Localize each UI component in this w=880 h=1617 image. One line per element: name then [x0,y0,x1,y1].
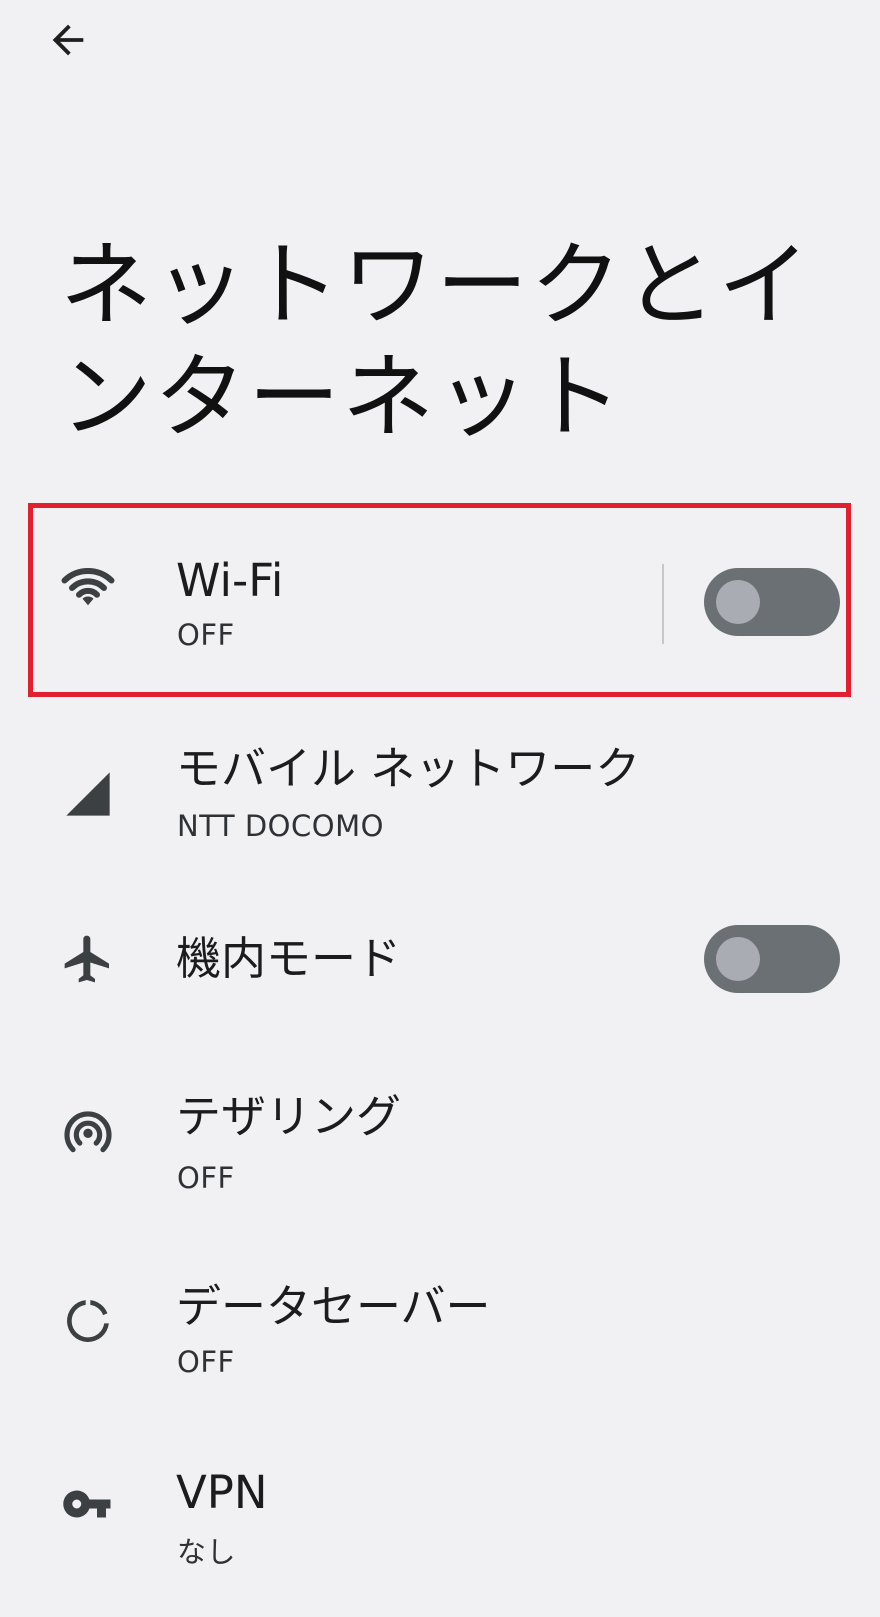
page-title: ネットワークとインターネット [60,232,813,451]
vpn-row[interactable]: VPN なし [0,1430,880,1580]
arrow-back-icon [52,24,84,56]
airplane-mode-row[interactable]: 機内モード [0,890,880,1040]
data-saver-row[interactable]: データセーバー OFF [0,1240,880,1390]
data-saver-summary: OFF [177,1345,235,1379]
airplane-mode-title: 機内モード [176,932,402,985]
mobile-network-row[interactable]: モバイル ネットワーク NTT DOCOMO [0,700,880,850]
airplane-mode-toggle[interactable] [704,925,840,993]
data-saver-title: データセーバー [176,1280,491,1333]
data-saver-icon [58,1291,118,1351]
back-button[interactable] [40,12,96,68]
vpn-title: VPN [176,1466,268,1519]
wifi-divider [662,564,664,644]
vpn-summary: なし [177,1535,237,1569]
wifi-title: Wi-Fi [176,554,284,607]
mobile-network-summary: NTT DOCOMO [177,809,384,843]
wifi-setting-row[interactable]: Wi-Fi OFF [0,510,880,660]
airplane-icon [58,929,118,989]
mobile-network-title: モバイル ネットワーク [176,742,641,795]
wifi-toggle[interactable] [704,568,840,636]
cell-signal-icon [58,764,118,824]
wifi-icon [58,554,118,614]
hotspot-icon [58,1101,118,1161]
toggle-knob [716,937,760,981]
tethering-row[interactable]: テザリング OFF [0,1050,880,1200]
key-icon [58,1474,118,1534]
tethering-title: テザリング [176,1090,402,1143]
tethering-summary: OFF [177,1161,235,1195]
wifi-summary: OFF [177,618,235,652]
toggle-knob [716,580,760,624]
